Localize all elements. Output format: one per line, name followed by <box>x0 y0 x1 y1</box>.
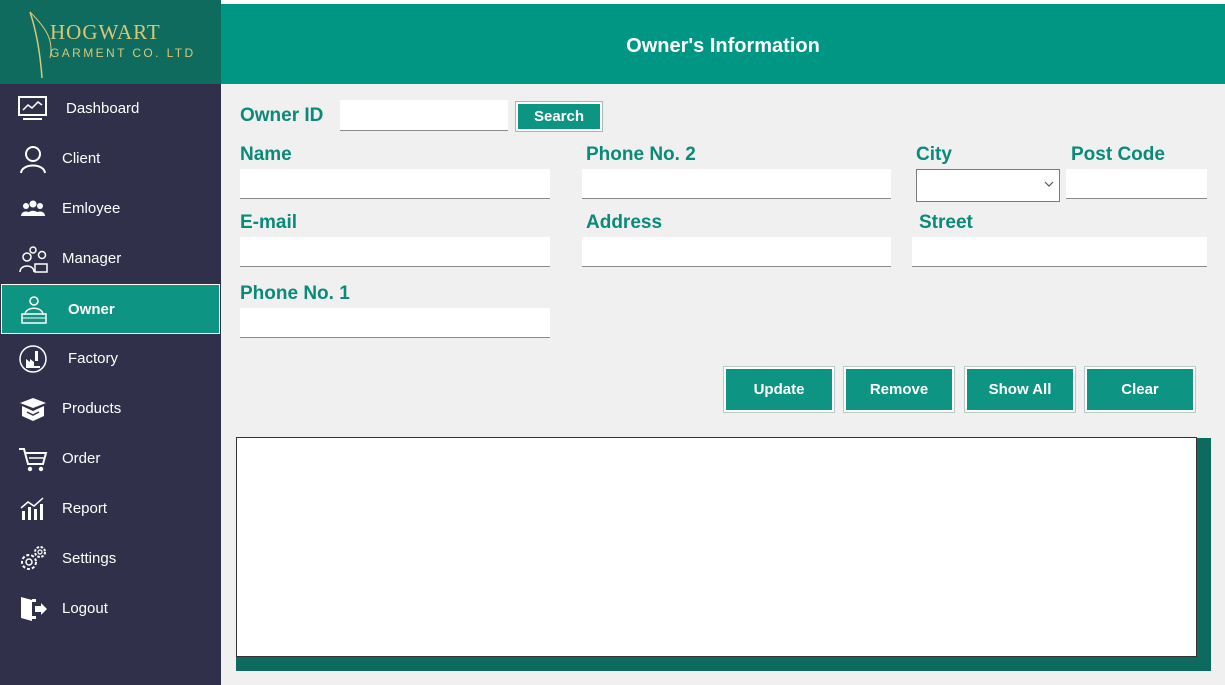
sidebar-item-factory[interactable]: Factory <box>0 334 221 384</box>
phone1-label: Phone No. 1 <box>240 283 350 304</box>
sidebar-item-employee[interactable]: Emloyee <box>0 184 221 234</box>
person-icon <box>20 146 46 174</box>
report-icon <box>20 497 44 520</box>
sidebar-item-logout[interactable]: Logout <box>0 584 221 634</box>
sidebar-item-products[interactable]: Products <box>0 384 221 434</box>
page-header: Owner's Information <box>221 4 1225 84</box>
products-icon <box>20 398 46 421</box>
city-label: City <box>916 144 952 165</box>
sidebar-item-label: Client <box>62 150 101 167</box>
sidebar-item-label: Dashboard <box>66 100 140 117</box>
sidebar-item-manager[interactable]: Manager <box>0 234 221 284</box>
address-input[interactable] <box>582 237 891 267</box>
manager-icon <box>19 246 48 273</box>
logo-subtitle: GARMENT CO. LTD <box>50 46 196 60</box>
email-input[interactable] <box>240 237 550 267</box>
address-label: Address <box>586 212 663 233</box>
logout-icon <box>21 597 47 621</box>
sidebar-item-label: Report <box>62 500 108 517</box>
sidebar-item-label: Products <box>62 400 122 417</box>
factory-icon <box>19 345 47 373</box>
name-input[interactable] <box>240 169 550 199</box>
phone2-input[interactable] <box>582 169 891 199</box>
sidebar-item-label: Emloyee <box>62 200 121 217</box>
sidebar-item-label: Factory <box>68 350 119 367</box>
phone2-label: Phone No. 2 <box>586 144 696 165</box>
name-label: Name <box>240 144 292 165</box>
sidebar-item-report[interactable]: Report <box>0 484 221 534</box>
sidebar-item-label: Manager <box>62 250 122 267</box>
logo-title: HOGWART <box>50 20 161 44</box>
sidebar-item-label: Owner <box>68 301 115 318</box>
postcode-label: Post Code <box>1071 144 1165 165</box>
sidebar: HOGWART GARMENT CO. LTD Dashboard Client <box>0 0 221 685</box>
email-label: E-mail <box>240 212 298 233</box>
phone1-input[interactable] <box>240 308 550 338</box>
page-title: Owner's Information <box>626 35 820 57</box>
street-input[interactable] <box>912 237 1207 267</box>
remove-button[interactable]: Remove <box>843 366 955 413</box>
owner-id-input[interactable] <box>340 100 508 131</box>
sidebar-item-label: Settings <box>62 550 117 567</box>
street-label: Street <box>919 212 973 233</box>
sidebar-item-owner[interactable]: Owner <box>1 284 220 334</box>
owner-id-label: Owner ID <box>240 105 324 126</box>
sidebar-item-dashboard[interactable]: Dashboard <box>0 84 221 134</box>
owner-icon <box>21 296 47 324</box>
search-button[interactable]: Search <box>515 101 603 132</box>
postcode-input[interactable] <box>1066 169 1207 199</box>
show-all-button[interactable]: Show All <box>964 366 1076 413</box>
group-icon <box>21 200 45 216</box>
update-button[interactable]: Update <box>723 366 835 413</box>
sidebar-item-label: Logout <box>62 600 108 617</box>
chevron-down-icon <box>1044 181 1054 187</box>
company-logo: HOGWART GARMENT CO. LTD <box>0 0 221 84</box>
clear-button[interactable]: Clear <box>1084 366 1196 413</box>
sidebar-item-settings[interactable]: Settings <box>0 534 221 584</box>
owner-data-grid[interactable] <box>236 437 1197 657</box>
sidebar-item-label: Order <box>62 450 101 467</box>
city-dropdown[interactable] <box>916 169 1060 202</box>
owner-form: Owner ID Search Name Phone No. 2 City Po… <box>221 84 1225 685</box>
sidebar-item-order[interactable]: Order <box>0 434 221 484</box>
dashboard-icon <box>18 96 47 120</box>
sidebar-item-client[interactable]: Client <box>0 134 221 184</box>
gear-icon <box>21 546 46 570</box>
app-window: HOGWART GARMENT CO. LTD Dashboard Client <box>0 0 1225 685</box>
cart-icon <box>19 448 48 472</box>
